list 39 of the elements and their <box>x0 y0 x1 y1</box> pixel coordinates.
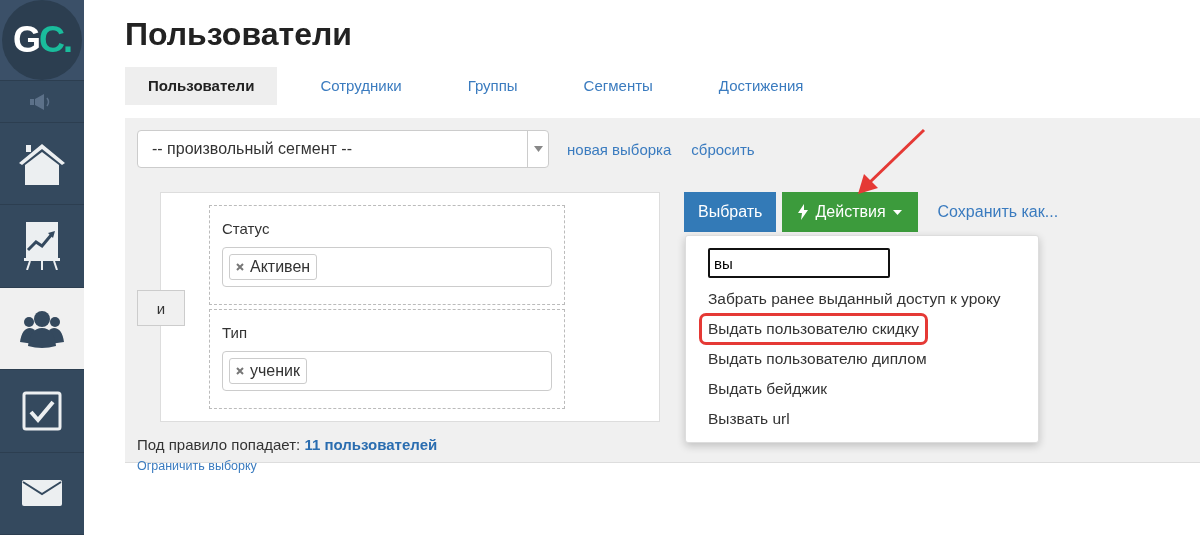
sidebar-item[interactable] <box>0 287 84 371</box>
actions-button[interactable]: Действия <box>782 192 918 232</box>
menu-item[interactable]: Забрать ранее выданный доступ к уроку <box>702 284 1007 314</box>
tag-field[interactable]: ученик <box>222 351 552 391</box>
tab[interactable]: Сотрудники <box>297 67 425 105</box>
save-as-link[interactable]: Сохранить как... <box>937 203 1059 221</box>
home-icon <box>19 142 65 185</box>
menu-item[interactable]: Выдать пользователю скидку <box>702 316 925 342</box>
tab[interactable]: Пользователи <box>125 67 278 105</box>
menu-item[interactable]: Выдать бейджик <box>702 374 834 404</box>
tab[interactable]: Сегменты <box>560 67 676 105</box>
presentation-chart-icon <box>24 222 60 271</box>
tab[interactable]: Группы <box>444 67 541 105</box>
summary-text: Под правило попадает: 11 пользователей <box>137 436 439 453</box>
tag-label: Активен <box>250 258 311 276</box>
users-icon <box>20 309 64 348</box>
page-title: Пользователи <box>125 16 353 53</box>
logo[interactable]: GC. <box>2 0 82 81</box>
caret-icon <box>533 146 543 152</box>
remove-icon[interactable] <box>236 367 244 375</box>
limit-link[interactable]: Ограничить выборку <box>137 459 1188 473</box>
tag-field[interactable]: Активен <box>222 247 552 287</box>
select-button[interactable]: Выбрать <box>684 192 777 232</box>
tag-label: ученик <box>250 362 300 380</box>
link[interactable]: сбросить <box>691 140 755 158</box>
condition-label: Тип <box>222 324 248 341</box>
tab[interactable]: Достижения <box>695 67 827 105</box>
search-field[interactable]: вы <box>708 248 890 278</box>
menu-item[interactable]: Выдать пользователю диплом <box>702 344 933 374</box>
remove-icon[interactable] <box>236 263 244 271</box>
checkbox-icon <box>22 390 62 431</box>
operator-button[interactable]: и <box>137 290 185 326</box>
segment-select[interactable]: -- произвольный сегмент -- <box>137 130 549 168</box>
menu-item[interactable]: Вызвать url <box>702 404 796 434</box>
condition-label: Статус <box>222 220 271 237</box>
link[interactable]: новая выборка <box>567 140 672 158</box>
lightning-icon <box>798 204 809 220</box>
caret-icon <box>892 209 902 215</box>
mail-icon <box>22 480 62 507</box>
